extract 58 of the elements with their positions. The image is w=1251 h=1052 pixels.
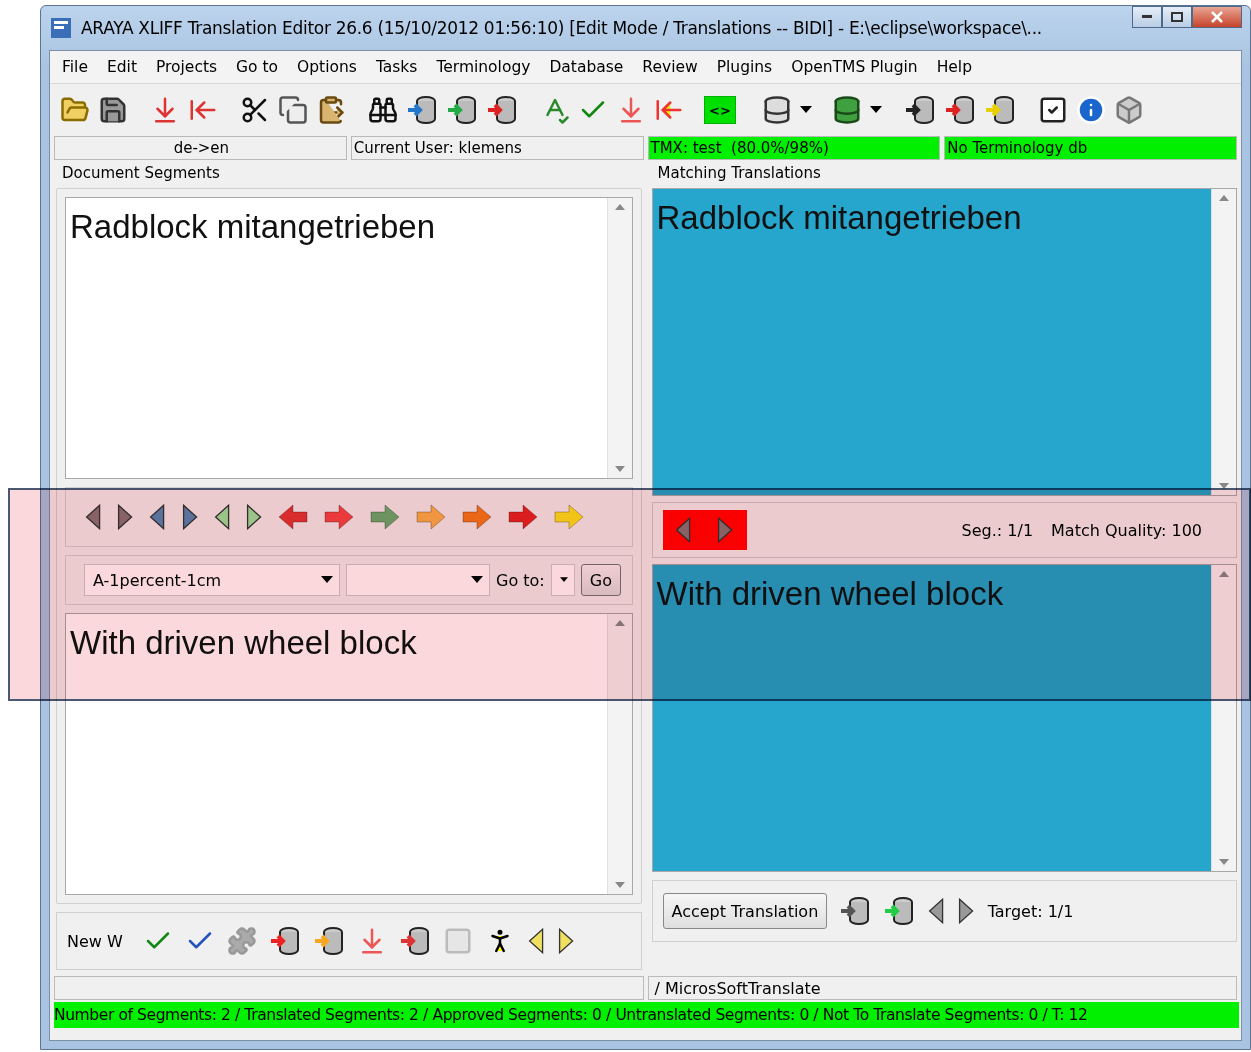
window-title: ARAYA XLIFF Translation Editor 26.6 (15/10/2012 01:56:10) [Edit Mode / Translations -- BIDI] - E:\eclipse\workspace\...: [81, 18, 1043, 38]
panel-title: Document Segments: [61, 164, 221, 182]
scroll-up-icon[interactable]: [1219, 195, 1229, 201]
cube-icon[interactable]: [1114, 95, 1144, 125]
app-logo-icon: [49, 16, 73, 40]
database-icon[interactable]: [832, 95, 862, 125]
menu-item[interactable]: Database: [541, 58, 635, 76]
panel-title: Matching Translations: [656, 164, 822, 182]
next-icon[interactable]: [557, 928, 576, 954]
info-field: No Terminology db: [944, 136, 1237, 160]
previous-icon[interactable]: [927, 898, 946, 924]
save-icon[interactable]: [98, 95, 128, 125]
accept-translation-button[interactable]: Accept Translation: [662, 893, 828, 929]
segment-counter: Seg.: 1/1: [961, 520, 1034, 540]
database-import-icon[interactable]: [944, 95, 976, 125]
next-icon[interactable]: [957, 898, 976, 924]
binoculars-icon[interactable]: [368, 95, 398, 125]
copy-icon[interactable]: [278, 95, 308, 125]
minimize-icon[interactable]: [1142, 15, 1152, 19]
database-import-icon[interactable]: [399, 926, 431, 956]
menu-item[interactable]: Projects: [147, 58, 229, 76]
tag-button[interactable]: <>: [704, 96, 736, 124]
database-import-icon[interactable]: [984, 95, 1016, 125]
menu-item[interactable]: Help: [928, 58, 983, 76]
scroll-up-icon[interactable]: [614, 204, 625, 210]
menu-item[interactable]: Edit: [98, 58, 148, 76]
match-target-text: With driven wheel block: [655, 574, 1005, 614]
minimize-button[interactable]: [1132, 6, 1162, 28]
menu-item[interactable]: Review: [634, 58, 709, 76]
dropdown-caret-icon: [870, 106, 882, 114]
maximize-button[interactable]: [1162, 6, 1192, 28]
menu-item[interactable]: Terminology: [428, 58, 542, 76]
close-icon[interactable]: [1211, 11, 1223, 23]
close-button[interactable]: [1192, 6, 1242, 28]
segment-summary: Number of Segments: 2 / Translated Segments: 2 / Approved Segments: 0 / Untranslated Segments: 0 / Not To Translate Segments: 0 / T: 12: [54, 1002, 1239, 1028]
info-field: de->en: [54, 136, 347, 160]
menu-item[interactable]: File: [62, 58, 99, 76]
database-icon[interactable]: [762, 95, 792, 125]
goto-label: Go to:: [496, 570, 545, 590]
match-source-text: Radblock mitangetrieben: [655, 198, 1023, 238]
info-field: TMX: test (80.0%/98%): [647, 136, 941, 160]
menu-item[interactable]: Plugins: [708, 58, 784, 76]
menu-item[interactable]: Tasks: [367, 58, 429, 76]
menu-item[interactable]: Options: [289, 58, 368, 76]
menu-item[interactable]: OpenTMS Plugin: [783, 58, 929, 76]
target-text: With driven wheel block: [69, 623, 418, 663]
maximize-icon[interactable]: [1171, 12, 1183, 22]
previous-icon[interactable]: [527, 928, 546, 954]
info-icon[interactable]: [1076, 95, 1106, 125]
dropdown-caret-icon: [800, 106, 812, 114]
checkbox-icon[interactable]: [1038, 95, 1068, 125]
info-field: Current User: klemens: [350, 136, 644, 160]
target-counter: Target: 1/1: [987, 901, 1074, 921]
menu-item[interactable]: Go to: [228, 58, 290, 76]
source-text: Radblock mitangetrieben: [69, 207, 437, 247]
match-quality: Match Quality: 100: [1051, 520, 1202, 540]
engine-label: / MicrosSoftTranslate: [654, 978, 821, 998]
new-word-label: New W: [67, 931, 124, 951]
